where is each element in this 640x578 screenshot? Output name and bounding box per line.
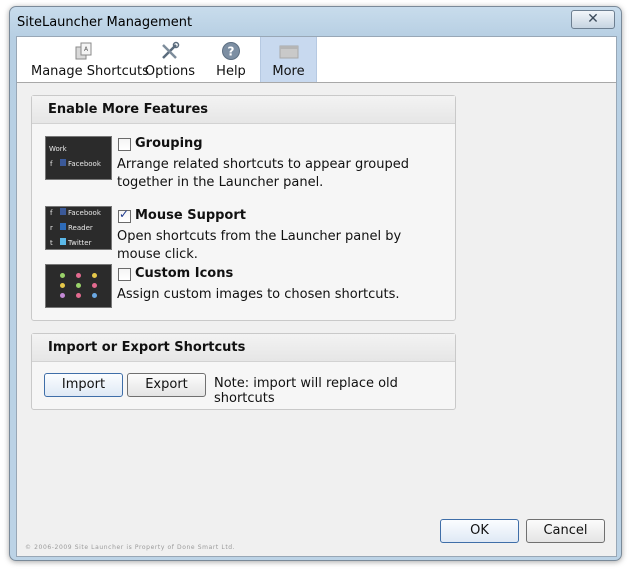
tab-label: More [272,64,305,79]
feature-title: Grouping [135,136,203,151]
ok-button[interactable]: OK [440,519,519,543]
svg-text:?: ? [228,45,235,59]
help-icon: ? [222,42,240,60]
client-area: A Manage Shortcuts Options ? Help More E… [16,36,617,557]
features-heading: Enable More Features [32,96,455,124]
copyright-text: © 2006-2009 Site Launcher is Property of… [25,544,236,551]
tab-label: Help [216,64,246,79]
more-icon [279,45,298,59]
tab-manage-shortcuts[interactable]: A Manage Shortcuts [31,37,149,82]
tab-help[interactable]: ? Help [211,37,251,82]
title-bar[interactable]: SiteLauncher Management ✕ [10,7,621,37]
window-title: SiteLauncher Management [17,15,193,30]
mouse-support-preview-image: f Facebook r Reader t Twitter [45,206,112,250]
feature-title: Mouse Support [135,208,246,223]
tab-options[interactable]: Options [144,37,196,82]
grouping-checkbox[interactable] [118,138,131,151]
features-group: Enable More Features Work f Facebook Gro… [31,95,456,321]
feature-description: Arrange related shortcuts to appear grou… [117,157,409,190]
import-export-heading: Import or Export Shortcuts [32,334,455,362]
custom-icons-preview-image [45,264,112,308]
custom-icons-checkbox[interactable] [118,268,131,281]
close-button[interactable]: ✕ [571,10,615,29]
grouping-preview-image: Work f Facebook [45,136,112,180]
tab-label: Options [144,64,196,79]
tools-icon [162,41,180,59]
feature-description: Assign custom images to chosen shortcuts… [117,287,400,302]
import-export-group: Import or Export Shortcuts Import Export… [31,333,456,410]
feature-title: Custom Icons [135,266,234,281]
mouse-support-checkbox[interactable] [118,207,131,223]
import-note: Note: import will replace old shortcuts [214,376,398,406]
app-window: SiteLauncher Management ✕ A Manage Short… [9,6,622,561]
import-button[interactable]: Import [44,373,123,397]
feature-description: Open shortcuts from the Launcher panel b… [117,229,402,262]
tab-label: Manage Shortcuts [31,64,149,79]
cancel-button[interactable]: Cancel [526,519,605,543]
shortcuts-icon: A [75,42,92,60]
toolbar: A Manage Shortcuts Options ? Help More [17,37,616,83]
tab-more[interactable]: More [260,37,317,82]
export-button[interactable]: Export [127,373,206,397]
